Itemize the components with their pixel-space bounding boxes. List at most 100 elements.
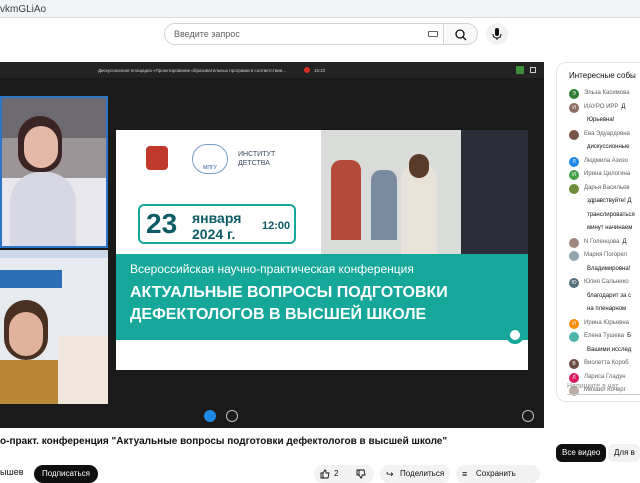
player-controls — [0, 404, 544, 428]
search-button[interactable] — [444, 23, 478, 45]
search-input[interactable] — [165, 24, 423, 44]
avatar — [569, 305, 579, 315]
avatar: Л — [569, 156, 579, 167]
signal-icon — [516, 66, 524, 74]
chat-message: И Ирина Юрьевна — [569, 318, 640, 329]
logo-text-2: ДЕТСТВА — [238, 160, 270, 167]
chat-text: Д — [621, 103, 626, 110]
keyboard-icon[interactable] — [428, 31, 438, 37]
avatar — [569, 237, 579, 248]
avatar — [569, 332, 579, 342]
camera-off-icon[interactable] — [226, 410, 238, 422]
microphone-icon — [492, 28, 502, 40]
exit-icon[interactable] — [522, 410, 534, 422]
avatar — [569, 346, 579, 356]
chat-message: И Ирина Цилогина — [569, 170, 640, 180]
chip-all-videos[interactable]: Все видео — [556, 444, 607, 462]
institute-logo: ИНСТИТУТ ДЕТСТВА — [238, 150, 275, 168]
mpgu-text: МПГУ — [203, 165, 217, 171]
chat-author: Ирина Цилогина — [584, 171, 631, 177]
save-icon: ≡ — [462, 469, 468, 479]
chat-author: Виолетта Короб — [584, 360, 629, 366]
chat-author: N Голенцова — [584, 238, 620, 245]
fullscreen-icon[interactable] — [530, 67, 536, 73]
chat-message: Э Эльза Касимова — [569, 89, 640, 99]
conference-bar-title: Дискуссионная площадка «Проектирование о… — [98, 68, 286, 73]
slide-photo — [321, 130, 528, 254]
decor-circle-icon — [506, 326, 524, 344]
chat-text: на пленарном — [587, 306, 627, 312]
chat-message: Елена Тушева Б — [569, 332, 640, 342]
chat-input[interactable] — [567, 379, 640, 395]
chat-text: Б — [627, 333, 632, 339]
date-month: января — [192, 210, 242, 226]
chat-author: Эльза Касимова — [584, 90, 630, 96]
avatar-initial: Э — [572, 91, 576, 97]
chat-message: на пленарном — [569, 305, 640, 315]
url-text: vkmGLiAo — [0, 4, 47, 15]
participant-camera-1 — [0, 96, 108, 248]
chat-message: И ИАУРО ИРР Д — [569, 102, 640, 113]
save-label: Сохранить — [476, 469, 516, 478]
avatar — [569, 224, 579, 234]
avatar: И — [569, 102, 579, 113]
chat-author: Ирина Юрьевна — [584, 319, 630, 326]
share-button[interactable]: ↪ Поделиться — [380, 465, 450, 483]
live-chat-panel: Интересные собы Э Эльза Касимова И ИАУРО ИР… — [556, 62, 640, 402]
chat-text: минут начинаем — [587, 225, 633, 231]
chat-message: Владимировна! — [569, 265, 640, 275]
chat-message: Л Людмила Азизо — [569, 156, 640, 167]
avatar: В — [569, 359, 579, 369]
avatar-initial: И — [572, 320, 576, 327]
avatar — [569, 211, 579, 221]
thumbs-up-icon[interactable] — [320, 469, 330, 479]
chat-text: благодарит за с — [587, 292, 631, 299]
date-year: 2024 г. — [192, 226, 236, 242]
chat-message: Ева Эдуардовна — [569, 129, 640, 140]
chat-message: транслироваться — [569, 211, 640, 221]
avatar: Э — [569, 89, 579, 99]
browser-url-bar[interactable]: vkmGLiAo — [0, 0, 640, 18]
headphones-icon[interactable] — [204, 410, 216, 422]
participant-camera-2 — [0, 250, 108, 404]
subscribe-button[interactable]: Подписаться — [34, 465, 98, 483]
chip-for-you[interactable]: Для в — [608, 444, 640, 462]
chat-text: Вашими исслед — [587, 346, 632, 353]
avatar — [569, 143, 579, 153]
avatar — [569, 197, 579, 207]
chat-text: здравствуйте! Д — [587, 198, 632, 204]
chat-text: Юрьевна! — [587, 117, 615, 123]
chat-author: Елена Тушева — [584, 333, 625, 339]
chat-message: Дарья Васильев — [569, 183, 640, 194]
presentation-slide: МПГУ ИНСТИТУТ ДЕТСТВА 23 января 2024 г. … — [116, 130, 528, 370]
search-box[interactable] — [164, 23, 444, 45]
chat-author: ИАУРО ИРР — [584, 103, 619, 110]
chat-message: благодарит за с — [569, 292, 640, 302]
channel-name[interactable]: ышев — [0, 467, 23, 477]
avatar: Ю — [569, 278, 579, 288]
chat-author: Юлия Сальнико — [584, 279, 629, 285]
recording-icon — [304, 67, 310, 73]
chat-text: Д — [622, 238, 627, 245]
thumbs-down-icon[interactable] — [356, 469, 366, 479]
chat-message: Вашими исслед — [569, 346, 640, 356]
chat-message: минут начинаем — [569, 224, 640, 234]
slide-subtitle: Всероссийская научно-практическая конфер… — [130, 262, 414, 276]
avatar: И — [569, 318, 579, 329]
like-count: 2 — [334, 469, 339, 478]
voice-search-button[interactable] — [486, 23, 508, 45]
avatar — [569, 292, 579, 302]
avatar — [569, 265, 579, 275]
chat-message: здравствуйте! Д — [569, 197, 640, 207]
avatar-initial: Ю — [571, 280, 577, 286]
slide-title-band: Всероссийская научно-практическая конфер… — [116, 254, 528, 340]
mpgu-logo-icon: МПГУ — [192, 144, 228, 174]
logo-text-1: ИНСТИТУТ — [238, 151, 276, 158]
share-icon: ↪ — [386, 469, 394, 479]
avatar-initial: В — [572, 361, 576, 367]
ministry-emblem-icon — [146, 146, 168, 170]
chat-text: транслироваться — [587, 211, 635, 218]
chat-author: Мария Погорел — [584, 252, 628, 258]
save-button[interactable]: ≡ Сохранить — [456, 465, 540, 483]
chat-message: Ю Юлия Сальнико — [569, 278, 640, 288]
